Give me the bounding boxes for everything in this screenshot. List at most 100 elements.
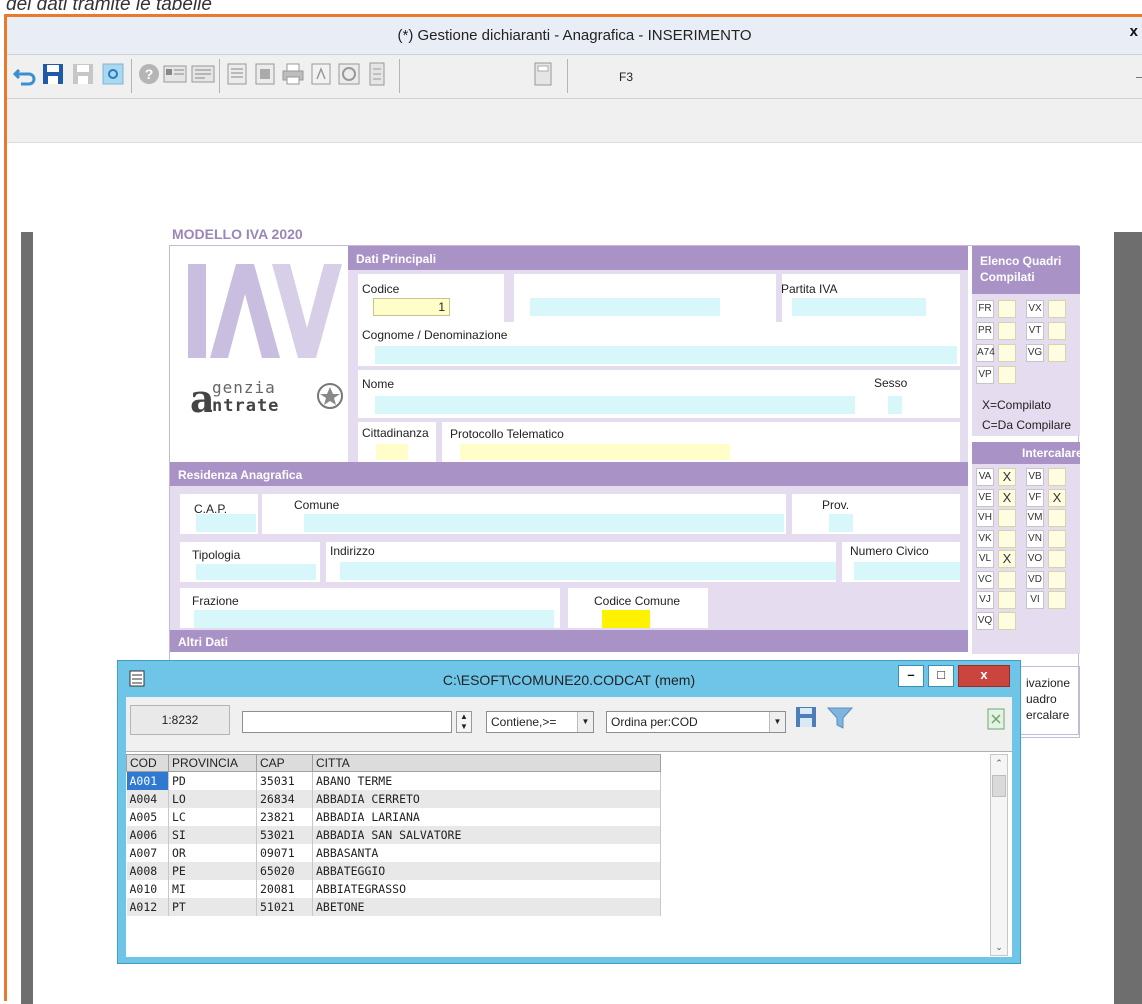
table-cell[interactable]: A006	[126, 825, 169, 844]
quadro-status-box[interactable]	[998, 300, 1016, 318]
comune-field[interactable]	[304, 514, 784, 532]
table-cell[interactable]: ABBATEGGIO	[312, 861, 661, 880]
table-cell[interactable]: A012	[126, 897, 169, 916]
indirizzo-field[interactable]	[340, 562, 836, 580]
quadro-status-box[interactable]	[998, 366, 1016, 384]
table-cell[interactable]: 65020	[256, 861, 313, 880]
form-icon[interactable]	[253, 61, 277, 87]
quadro-status-box[interactable]	[1048, 300, 1066, 318]
pdf-icon[interactable]	[309, 61, 333, 87]
card-icon[interactable]	[163, 61, 187, 87]
scroll-thumb[interactable]	[992, 775, 1006, 797]
table-cell[interactable]: A004	[126, 789, 169, 808]
quadro-status-box[interactable]	[998, 322, 1016, 340]
intercalare-status-box[interactable]	[998, 591, 1016, 609]
intercalare-status-box[interactable]: X	[1048, 488, 1066, 507]
partita-iva-field[interactable]	[792, 298, 926, 316]
scroll-down-icon[interactable]: ⌄	[991, 939, 1007, 955]
intercalare-status-box[interactable]	[1048, 550, 1066, 568]
excel-export-icon[interactable]	[986, 707, 1006, 731]
table-cell[interactable]: ABBASANTA	[312, 843, 661, 862]
match-mode-select[interactable]: Contiene,>= ▼	[486, 711, 594, 733]
help-icon[interactable]: ?	[137, 61, 161, 87]
table-cell[interactable]: 23821	[256, 807, 313, 826]
table-cell[interactable]: 53021	[256, 825, 313, 844]
table-cell[interactable]: 51021	[256, 897, 313, 916]
table-row[interactable]: A010 MI 20081 ABBIATEGRASSO	[126, 879, 661, 898]
tipologia-field[interactable]	[196, 564, 316, 580]
intercalare-status-box[interactable]	[998, 529, 1016, 548]
cittadinanza-field[interactable]	[376, 444, 408, 460]
table-cell[interactable]: SI	[168, 825, 257, 844]
table-cell[interactable]: A008	[126, 861, 169, 880]
order-by-select[interactable]: Ordina per:COD ▼	[606, 711, 786, 733]
filter-icon[interactable]	[826, 705, 854, 731]
protocollo-field[interactable]	[460, 444, 730, 460]
list-icon[interactable]	[191, 61, 215, 87]
intercalare-status-box[interactable]	[1048, 468, 1066, 486]
nome-field[interactable]	[375, 396, 855, 414]
search-input[interactable]	[242, 711, 452, 733]
minimize-button[interactable]: –	[898, 665, 924, 687]
table-cell[interactable]: ABBADIA LARIANA	[312, 807, 661, 826]
intercalare-status-box[interactable]	[1048, 591, 1066, 609]
table-row[interactable]: A012 PT 51021 ABETONE	[126, 897, 661, 916]
table-cell[interactable]: A007	[126, 843, 169, 862]
intercalare-status-box[interactable]: X	[998, 488, 1016, 507]
quadro-status-box[interactable]	[998, 344, 1016, 362]
recycle-icon[interactable]	[101, 61, 125, 87]
table-cell[interactable]: 20081	[256, 879, 313, 898]
prov-field[interactable]	[829, 514, 853, 532]
cognome-field[interactable]	[375, 346, 957, 364]
intercalare-status-box[interactable]	[998, 611, 1016, 630]
table-row[interactable]: A004 LO 26834 ABBADIA CERRETO	[126, 789, 661, 808]
save-filter-icon[interactable]	[794, 705, 820, 731]
codice-comune-field[interactable]	[602, 610, 650, 628]
close-icon[interactable]: x	[1130, 23, 1138, 40]
table-cell[interactable]: A010	[126, 879, 169, 898]
table-cell[interactable]: ABANO TERME	[312, 771, 661, 790]
quadro-status-box[interactable]	[1048, 344, 1066, 362]
table-row[interactable]: A001 PD 35031 ABANO TERME	[126, 771, 661, 790]
frazione-field[interactable]	[194, 610, 554, 628]
table-cell[interactable]: PD	[168, 771, 257, 790]
column-header-citta[interactable]: CITTA	[312, 754, 661, 772]
document-icon[interactable]	[225, 61, 249, 87]
table-cell[interactable]: 35031	[256, 771, 313, 790]
search-spinner[interactable]: ▲ ▼	[456, 711, 472, 733]
table-cell[interactable]: LC	[168, 807, 257, 826]
table-cell[interactable]: PT	[168, 897, 257, 916]
save-icon[interactable]	[41, 61, 65, 87]
codice-field[interactable]: 1	[373, 298, 450, 316]
intercalare-status-box[interactable]	[998, 570, 1016, 589]
lookup-title-bar[interactable]: C:\ESOFT\COMUNE20.CODCAT (mem) – □ x	[118, 661, 1020, 697]
numero-civico-field[interactable]	[854, 562, 960, 580]
column-header-cap[interactable]: CAP	[256, 754, 313, 772]
column-header-provincia[interactable]: PROVINCIA	[168, 754, 257, 772]
intercalare-status-box[interactable]	[998, 509, 1016, 527]
table-cell[interactable]: ABBADIA CERRETO	[312, 789, 661, 808]
intercalare-status-box[interactable]	[1048, 509, 1066, 527]
codice-fiscale-field[interactable]	[530, 298, 720, 316]
vertical-scrollbar[interactable]: ⌃ ⌄	[990, 754, 1008, 956]
quadro-status-box[interactable]	[1048, 322, 1066, 340]
table-cell[interactable]: OR	[168, 843, 257, 862]
table-row[interactable]: A006 SI 53021 ABBADIA SAN SALVATORE	[126, 825, 661, 844]
cap-field[interactable]	[196, 514, 256, 532]
print-icon[interactable]	[281, 61, 305, 87]
calculator-icon[interactable]	[531, 61, 555, 87]
table-row[interactable]: A008 PE 65020 ABBATEGGIO	[126, 861, 661, 880]
intercalare-status-box[interactable]: X	[998, 468, 1016, 486]
table-cell[interactable]: ABBADIA SAN SALVATORE	[312, 825, 661, 844]
table-cell[interactable]: ABETONE	[312, 897, 661, 916]
sesso-field[interactable]	[888, 396, 902, 414]
intercalare-status-box[interactable]	[1048, 570, 1066, 589]
record-count[interactable]: 1:8232	[130, 705, 230, 735]
table-cell[interactable]: 09071	[256, 843, 313, 862]
archive-icon[interactable]	[365, 61, 389, 87]
target-icon[interactable]	[337, 61, 361, 87]
intercalare-status-box[interactable]: X	[998, 550, 1016, 568]
maximize-button[interactable]: □	[928, 665, 954, 687]
table-cell[interactable]: 26834	[256, 789, 313, 808]
table-cell[interactable]: MI	[168, 879, 257, 898]
